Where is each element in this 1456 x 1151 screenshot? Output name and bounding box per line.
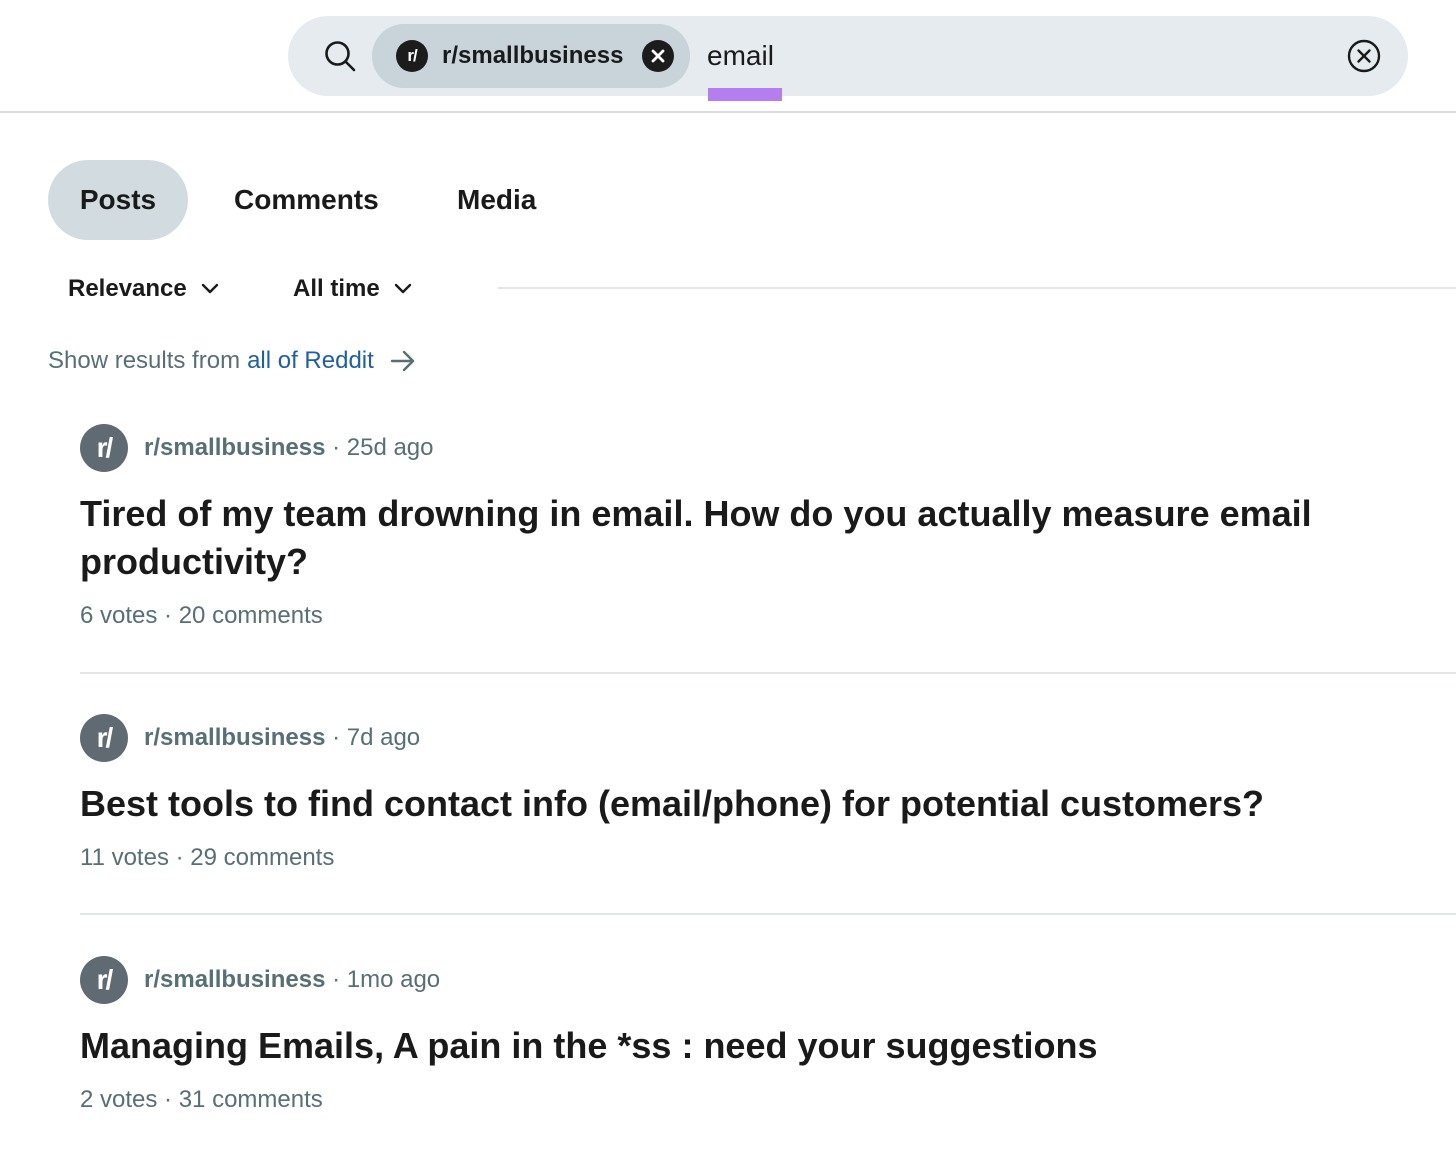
clear-search-icon[interactable] [1346, 38, 1382, 74]
subreddit-avatar[interactable]: r/ [80, 956, 128, 1004]
results-scope-prefix: Show results from [48, 347, 241, 374]
tab-media[interactable]: Media [457, 160, 536, 240]
arrow-right-icon[interactable] [390, 350, 416, 372]
tab-comments[interactable]: Comments [234, 160, 379, 240]
spellcheck-underline [708, 88, 782, 101]
filter-divider [498, 287, 1456, 289]
results-scope: Show results from all of Reddit [48, 344, 416, 378]
post-age: · 25d ago [325, 434, 434, 461]
post-subreddit-link[interactable]: r/smallbusiness [144, 724, 325, 751]
post-age: · 7d ago [325, 724, 421, 751]
post-title[interactable]: Best tools to find contact info (email/p… [80, 780, 1320, 828]
sort-dropdown-label: Relevance [68, 275, 187, 302]
chevron-down-icon [201, 283, 218, 294]
post-stats: 6 votes · 20 comments [80, 602, 323, 629]
post-age: · 1mo ago [325, 966, 441, 993]
post-subreddit-link[interactable]: r/smallbusiness [144, 434, 325, 461]
post-title[interactable]: Tired of my team drowning in email. How … [80, 490, 1320, 586]
post-meta: r/smallbusiness · 25d ago [144, 431, 434, 465]
community-avatar: r/ [396, 40, 428, 72]
post-stats: 11 votes · 29 comments [80, 844, 335, 871]
subreddit-avatar[interactable]: r/ [80, 714, 128, 762]
tab-posts[interactable]: Posts [48, 160, 188, 240]
subreddit-avatar[interactable]: r/ [80, 424, 128, 472]
time-range-dropdown[interactable]: All time [293, 270, 412, 308]
post-divider [80, 913, 1456, 915]
post-meta: r/smallbusiness · 7d ago [144, 721, 420, 755]
search-header: r/ r/smallbusiness [0, 0, 1456, 113]
time-range-dropdown-label: All time [293, 275, 380, 302]
post-subreddit-link[interactable]: r/smallbusiness [144, 966, 325, 993]
close-icon [651, 49, 665, 63]
post-meta: r/smallbusiness · 1mo ago [144, 963, 440, 997]
all-of-reddit-link[interactable]: all of Reddit [247, 344, 374, 378]
post-divider [80, 672, 1456, 674]
community-chip-label: r/smallbusiness [442, 42, 624, 69]
chevron-down-icon [394, 283, 411, 294]
sort-dropdown[interactable]: Relevance [68, 270, 219, 308]
post-title[interactable]: Managing Emails, A pain in the *ss : nee… [80, 1022, 1320, 1070]
search-icon[interactable] [322, 38, 358, 74]
remove-community-filter-button[interactable] [642, 40, 674, 72]
search-input[interactable] [707, 36, 1307, 76]
post-stats: 2 votes · 31 comments [80, 1086, 323, 1113]
